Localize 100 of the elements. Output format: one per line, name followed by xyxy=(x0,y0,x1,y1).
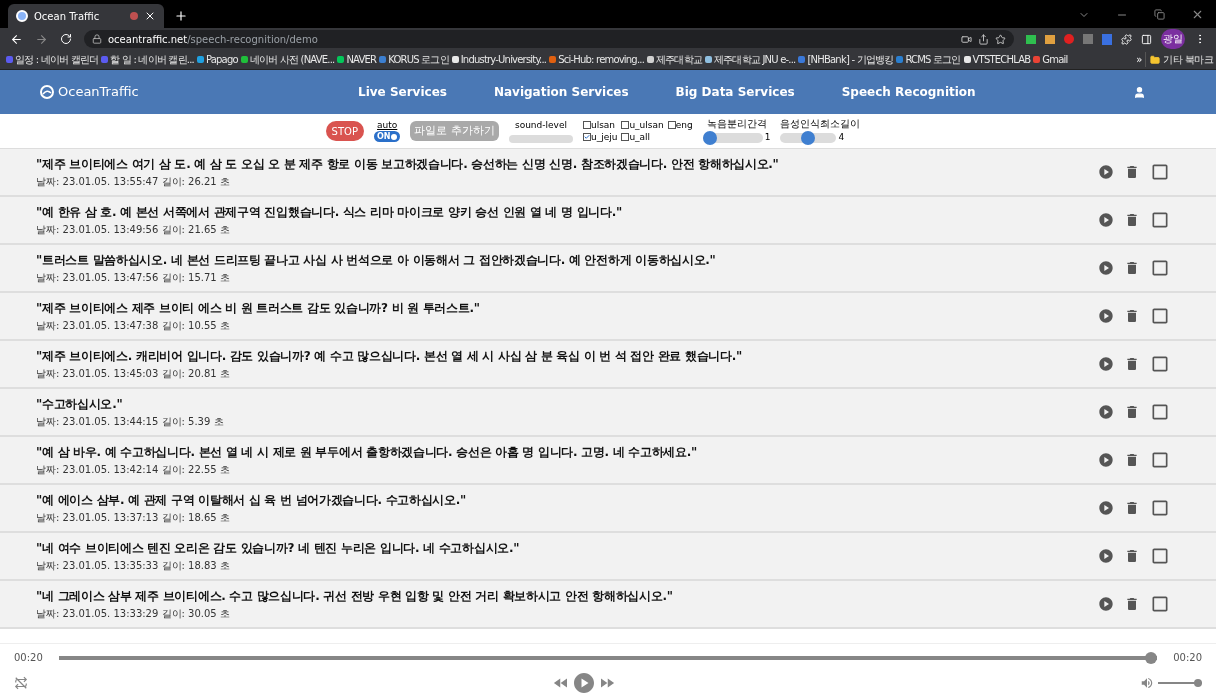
slider-thumb[interactable] xyxy=(702,130,717,145)
checkbox[interactable] xyxy=(1150,258,1170,278)
star-icon[interactable] xyxy=(995,33,1006,45)
checkbox[interactable] xyxy=(1150,306,1170,326)
browser-tab[interactable]: Ocean Traffic xyxy=(8,4,164,28)
bookmark[interactable]: RCMS 로그인 xyxy=(896,52,961,67)
close-icon[interactable] xyxy=(1191,8,1204,21)
transcript-text: "예 에이스 삼부. 예 관제 구역 이탈해서 십 육 번 넘어가겠습니다. 수고하십시오." xyxy=(36,492,468,509)
puzzle-icon[interactable] xyxy=(1121,33,1132,45)
model-checkbox[interactable]: u_jeju xyxy=(582,131,618,143)
trash-icon[interactable] xyxy=(1124,308,1140,324)
checkbox[interactable] xyxy=(1150,354,1170,374)
trash-icon[interactable] xyxy=(1124,212,1140,228)
checkbox[interactable] xyxy=(1150,450,1170,470)
checkbox[interactable] xyxy=(667,121,676,129)
model-checkbox[interactable]: u_ulsan xyxy=(621,119,664,131)
play-icon[interactable] xyxy=(1098,308,1114,324)
restore-icon[interactable] xyxy=(1154,9,1165,20)
play-icon[interactable] xyxy=(1098,404,1114,420)
more-bookmarks-button[interactable]: » xyxy=(1136,52,1143,67)
slider[interactable] xyxy=(780,132,837,143)
stop-button[interactable]: STOP xyxy=(325,121,364,141)
bookmark[interactable]: 할 일 : 네이버 캘린... xyxy=(101,52,194,67)
checkbox[interactable] xyxy=(1150,162,1170,182)
bookmark[interactable]: 일정 : 네이버 캘린더 xyxy=(6,52,99,67)
camera-icon[interactable] xyxy=(961,33,972,45)
trash-icon[interactable] xyxy=(1124,356,1140,372)
bookmark[interactable]: Gmail xyxy=(1033,52,1068,67)
repeat-off-icon[interactable] xyxy=(14,676,28,690)
model-checkbox[interactable]: eng xyxy=(667,119,693,131)
nav-link[interactable]: Big Data Services xyxy=(675,83,795,101)
bookmark[interactable]: Sci-Hub: removing... xyxy=(549,52,645,67)
checkbox[interactable] xyxy=(1150,498,1170,518)
forward-icon[interactable] xyxy=(35,32,48,46)
user-icon[interactable] xyxy=(1133,85,1146,99)
nav-link[interactable]: Speech Recognition xyxy=(841,83,976,101)
trash-icon[interactable] xyxy=(1124,260,1140,276)
record-meta: 날짜: 23.01.05. 13:33:29 길이: 30.05 초 xyxy=(36,607,231,621)
new-tab-icon[interactable] xyxy=(174,9,188,23)
checkbox[interactable] xyxy=(621,133,630,141)
close-icon[interactable] xyxy=(144,10,156,22)
play-icon[interactable] xyxy=(1098,548,1114,564)
bookmark[interactable]: 제주대학교 xyxy=(647,52,703,67)
trash-icon[interactable] xyxy=(1124,596,1140,612)
side-panel-icon[interactable] xyxy=(1141,33,1152,45)
slider-label: 녹음분리간격 xyxy=(706,117,767,130)
address-field[interactable]: oceantraffic.net/speech-recognition/demo xyxy=(84,30,1014,48)
play-icon[interactable] xyxy=(572,671,596,695)
checkbox[interactable] xyxy=(1150,402,1170,422)
volume-slider[interactable] xyxy=(1158,679,1202,687)
checkbox[interactable] xyxy=(582,121,591,129)
bookmark[interactable]: Industry-University... xyxy=(451,52,547,67)
trash-icon[interactable] xyxy=(1124,404,1140,420)
record-meta: 날짜: 23.01.05. 13:47:56 길이: 15.71 초 xyxy=(36,271,231,285)
bookmark[interactable]: 네이버 사전 (NAVE... xyxy=(240,52,335,67)
back-icon[interactable] xyxy=(10,32,23,46)
play-icon[interactable] xyxy=(1098,260,1114,276)
checkbox[interactable] xyxy=(1150,594,1170,614)
slider-thumb[interactable] xyxy=(801,130,816,145)
extension-icon[interactable] xyxy=(1102,33,1112,45)
volume-icon[interactable] xyxy=(1140,676,1154,690)
checkbox[interactable] xyxy=(582,133,591,141)
transcript-text: "트러스트 말씀하십시오. 네 본선 드리프팅 끝나고 사십 사 번석으로 아 이동해서 그 접안하겠습니다. 예 안전하게 이동하십시오." xyxy=(36,252,717,269)
progress-slider[interactable] xyxy=(58,651,1158,664)
other-bookmarks-link[interactable]: 기타 북마크 xyxy=(1163,52,1213,67)
play-icon[interactable] xyxy=(1098,212,1114,228)
auto-toggle[interactable]: ON xyxy=(373,131,401,142)
bookmark[interactable]: Papago xyxy=(196,52,238,67)
tab-title: Ocean Traffic xyxy=(34,9,101,24)
play-icon[interactable] xyxy=(1098,452,1114,468)
checkbox[interactable] xyxy=(621,121,630,129)
nav-link[interactable]: Live Services xyxy=(358,83,447,101)
auto-label: auto xyxy=(377,120,398,131)
slider-value: 4 xyxy=(838,130,845,144)
transcript-text: "수고하십시오." xyxy=(36,396,124,413)
bookmark[interactable]: 제주대학교 JNU e-... xyxy=(705,52,796,67)
play-icon[interactable] xyxy=(1098,164,1114,180)
reload-icon[interactable] xyxy=(60,33,72,45)
trash-icon[interactable] xyxy=(1124,164,1140,180)
model-checkbox[interactable]: u_all xyxy=(621,131,664,143)
bookmark[interactable]: KORUS 로그인 xyxy=(379,52,449,67)
profile-avatar[interactable]: 광일 xyxy=(1161,29,1185,49)
bookmark[interactable]: [NHBank] - 기업뱅킹 xyxy=(798,52,894,67)
play-icon[interactable] xyxy=(1098,596,1114,612)
play-icon[interactable] xyxy=(1098,500,1114,516)
logo-text: OceanTraffic xyxy=(58,83,139,102)
slider-label: 음성인식최소길이 xyxy=(780,117,861,130)
share-icon[interactable] xyxy=(978,33,989,45)
bookmark[interactable]: VTSTECHLAB xyxy=(963,52,1031,67)
play-icon[interactable] xyxy=(1098,356,1114,372)
checkbox[interactable] xyxy=(1150,210,1170,230)
model-checkbox[interactable]: ulsan xyxy=(582,119,618,131)
record-meta: 날짜: 23.01.05. 13:47:38 길이: 10.55 초 xyxy=(36,319,231,333)
slider[interactable] xyxy=(702,132,763,143)
trash-icon[interactable] xyxy=(1124,500,1140,516)
bookmark[interactable]: NAVER xyxy=(337,52,377,67)
trash-icon[interactable] xyxy=(1124,548,1140,564)
checkbox[interactable] xyxy=(1150,546,1170,566)
nav-link[interactable]: Navigation Services xyxy=(493,83,629,101)
trash-icon[interactable] xyxy=(1124,452,1140,468)
